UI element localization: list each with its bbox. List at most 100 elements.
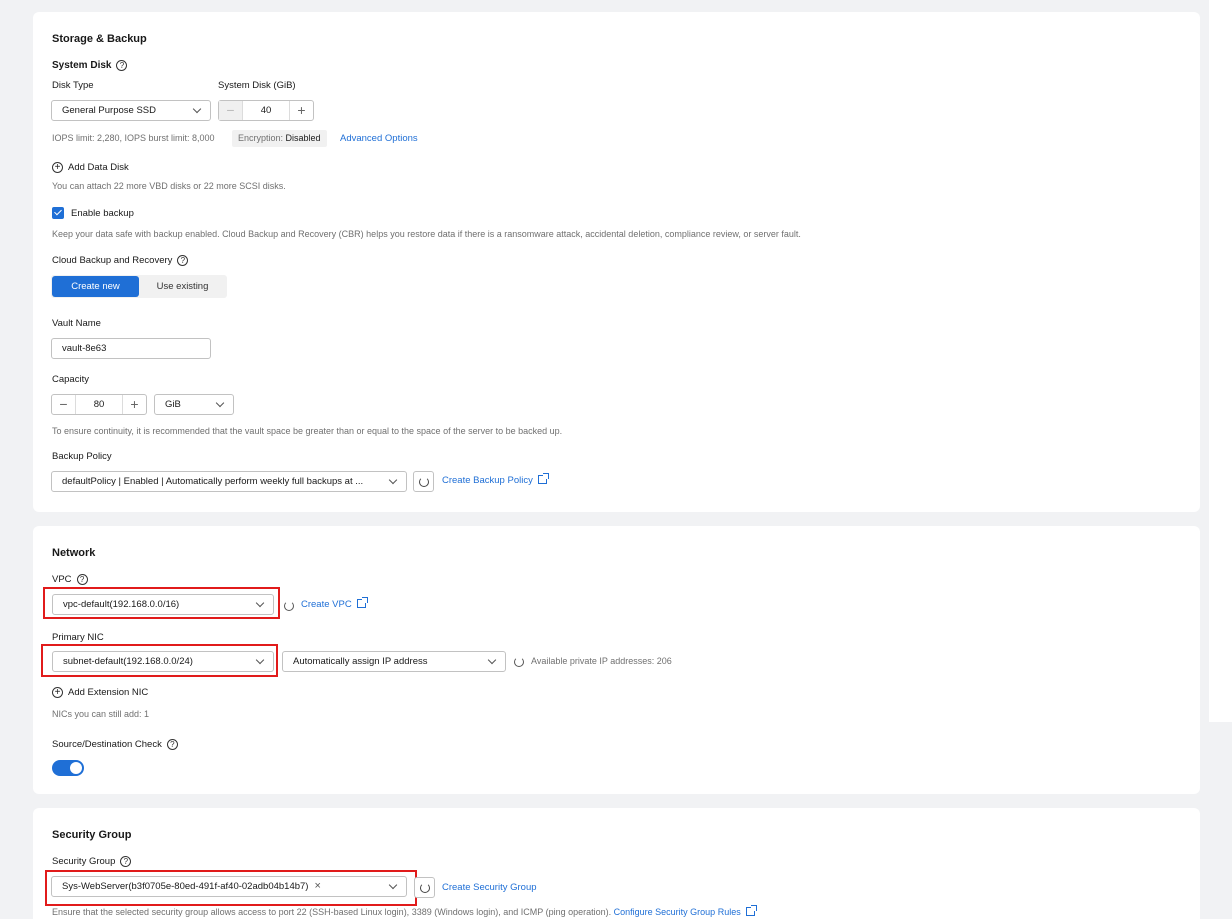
- decrement-button[interactable]: −: [52, 395, 76, 414]
- cbr-label: Cloud Backup and Recovery?: [52, 255, 189, 267]
- system-disk-title-text: System Disk: [52, 60, 112, 72]
- help-icon[interactable]: ?: [177, 255, 189, 266]
- ip-assignment-value: Automatically assign IP address: [293, 656, 428, 667]
- src-dst-check-text: Source/Destination Check: [52, 739, 162, 751]
- backup-hint: Keep your data safe with backup enabled.…: [52, 229, 801, 239]
- external-link-icon: [745, 905, 757, 916]
- chevron-down-icon: [487, 655, 497, 665]
- configure-rules-link[interactable]: Configure Security Group Rules: [613, 905, 757, 917]
- cbr-use-existing-option[interactable]: Use existing: [139, 276, 226, 297]
- encryption-badge: Encryption: Disabled: [232, 130, 327, 147]
- cbr-mode-segmented[interactable]: Create new Use existing: [51, 275, 227, 298]
- subnet-select[interactable]: subnet-default(192.168.0.0/24): [52, 651, 274, 672]
- security-group-label: Security Group?: [52, 856, 132, 868]
- capacity-value[interactable]: 80: [76, 399, 122, 410]
- vpc-label: VPC?: [52, 574, 88, 585]
- src-dst-check-toggle[interactable]: [52, 760, 84, 776]
- network-title: Network: [52, 547, 96, 559]
- external-link-icon: [356, 597, 368, 608]
- help-icon[interactable]: ?: [76, 574, 88, 585]
- security-group-panel: Security Group Security Group? Sys-WebSe…: [33, 808, 1200, 919]
- refresh-icon: [420, 883, 430, 893]
- create-backup-policy-link[interactable]: Create Backup Policy: [442, 473, 549, 486]
- cbr-label-text: Cloud Backup and Recovery: [52, 255, 173, 267]
- system-disk-title: System Disk?: [52, 60, 128, 72]
- src-dst-check-label: Source/Destination Check?: [52, 739, 178, 750]
- chevron-down-icon: [192, 104, 202, 114]
- add-data-disk-button[interactable]: + Add Data Disk: [52, 162, 129, 173]
- ip-assignment-select[interactable]: Automatically assign IP address: [282, 651, 506, 672]
- refresh-icon[interactable]: [284, 601, 294, 611]
- chevron-down-icon: [255, 598, 265, 608]
- security-group-label-text: Security Group: [52, 856, 116, 868]
- iops-text: IOPS limit: 2,280, IOPS burst limit: 8,0…: [52, 133, 215, 143]
- chevron-down-icon: [215, 398, 225, 408]
- security-group-hint-text: Ensure that the selected security group …: [52, 907, 612, 917]
- help-icon[interactable]: ?: [120, 856, 132, 867]
- disk-type-select[interactable]: General Purpose SSD: [51, 100, 211, 121]
- storage-backup-title: Storage & Backup: [52, 33, 147, 45]
- cbr-create-new-option[interactable]: Create new: [52, 276, 139, 297]
- subnet-value: subnet-default(192.168.0.0/24): [63, 656, 193, 667]
- system-disk-size-stepper[interactable]: − 40 +: [218, 100, 314, 121]
- capacity-hint: To ensure continuity, it is recommended …: [52, 426, 563, 436]
- security-group-title: Security Group: [52, 829, 132, 841]
- external-link-icon: [537, 473, 549, 484]
- storage-backup-panel: Storage & Backup System Disk? Disk Type …: [33, 12, 1200, 512]
- network-panel: Network VPC? vpc-default(192.168.0.0/16)…: [33, 526, 1200, 794]
- refresh-button[interactable]: [414, 877, 435, 898]
- capacity-unit-select[interactable]: GiB: [154, 394, 234, 415]
- backup-policy-value: defaultPolicy | Enabled | Automatically …: [62, 476, 364, 487]
- security-group-tag-text: Sys-WebServer(b3f0705e-80ed-491f-af40-02…: [62, 881, 309, 892]
- chevron-down-icon: [388, 475, 398, 485]
- right-summary-panel: [1209, 0, 1232, 722]
- decrement-button[interactable]: −: [219, 101, 243, 120]
- primary-nic-label: Primary NIC: [52, 632, 104, 643]
- vpc-value: vpc-default(192.168.0.0/16): [63, 599, 180, 610]
- disk-type-value: General Purpose SSD: [62, 105, 156, 116]
- refresh-button[interactable]: [413, 471, 434, 492]
- capacity-unit-value: GiB: [165, 399, 181, 410]
- chevron-down-icon: [255, 655, 265, 665]
- create-vpc-text: Create VPC: [301, 599, 352, 610]
- vpc-label-text: VPC: [52, 574, 72, 586]
- capacity-label: Capacity: [52, 374, 89, 385]
- add-extension-nic-button[interactable]: + Add Extension NIC: [52, 687, 148, 698]
- backup-policy-label: Backup Policy: [52, 451, 112, 462]
- vault-name-label: Vault Name: [52, 318, 101, 329]
- advanced-options-link[interactable]: Advanced Options: [340, 133, 418, 144]
- security-group-select[interactable]: Sys-WebServer(b3f0705e-80ed-491f-af40-02…: [51, 876, 407, 897]
- increment-button[interactable]: +: [289, 101, 313, 120]
- add-extension-nic-label: Add Extension NIC: [68, 687, 149, 699]
- refresh-icon: [419, 477, 429, 487]
- security-group-hint: Ensure that the selected security group …: [52, 905, 757, 917]
- system-disk-size-label: System Disk (GiB): [218, 80, 296, 91]
- encryption-label: Encryption:: [238, 133, 284, 143]
- help-icon[interactable]: ?: [116, 60, 128, 71]
- increment-button[interactable]: +: [122, 395, 146, 414]
- help-icon[interactable]: ?: [166, 739, 178, 750]
- enable-backup-label[interactable]: Enable backup: [71, 208, 134, 219]
- available-ips-text: Available private IP addresses: 206: [531, 656, 672, 666]
- configure-rules-text: Configure Security Group Rules: [613, 907, 741, 917]
- enable-backup-checkbox[interactable]: [52, 207, 64, 219]
- plus-circle-icon: +: [52, 687, 63, 698]
- refresh-icon[interactable]: [514, 657, 524, 667]
- vault-name-input[interactable]: vault-8e63: [51, 338, 211, 359]
- create-backup-policy-text: Create Backup Policy: [442, 475, 533, 486]
- attach-hint: You can attach 22 more VBD disks or 22 m…: [52, 181, 286, 191]
- disk-type-label: Disk Type: [52, 80, 94, 91]
- system-disk-size-value[interactable]: 40: [243, 105, 289, 116]
- plus-circle-icon: +: [52, 162, 63, 173]
- capacity-stepper[interactable]: − 80 +: [51, 394, 147, 415]
- chevron-down-icon: [388, 880, 398, 890]
- backup-policy-select[interactable]: defaultPolicy | Enabled | Automatically …: [51, 471, 407, 492]
- create-vpc-link[interactable]: Create VPC: [301, 597, 368, 610]
- add-data-disk-label: Add Data Disk: [68, 162, 129, 174]
- security-group-tag: Sys-WebServer(b3f0705e-80ed-491f-af40-02…: [62, 880, 321, 892]
- encryption-value: Disabled: [285, 133, 321, 143]
- nics-hint: NICs you can still add: 1: [52, 709, 150, 719]
- create-security-group-link[interactable]: Create Security Group: [442, 882, 537, 893]
- vpc-select[interactable]: vpc-default(192.168.0.0/16): [52, 594, 274, 615]
- close-icon[interactable]: ×: [314, 880, 320, 892]
